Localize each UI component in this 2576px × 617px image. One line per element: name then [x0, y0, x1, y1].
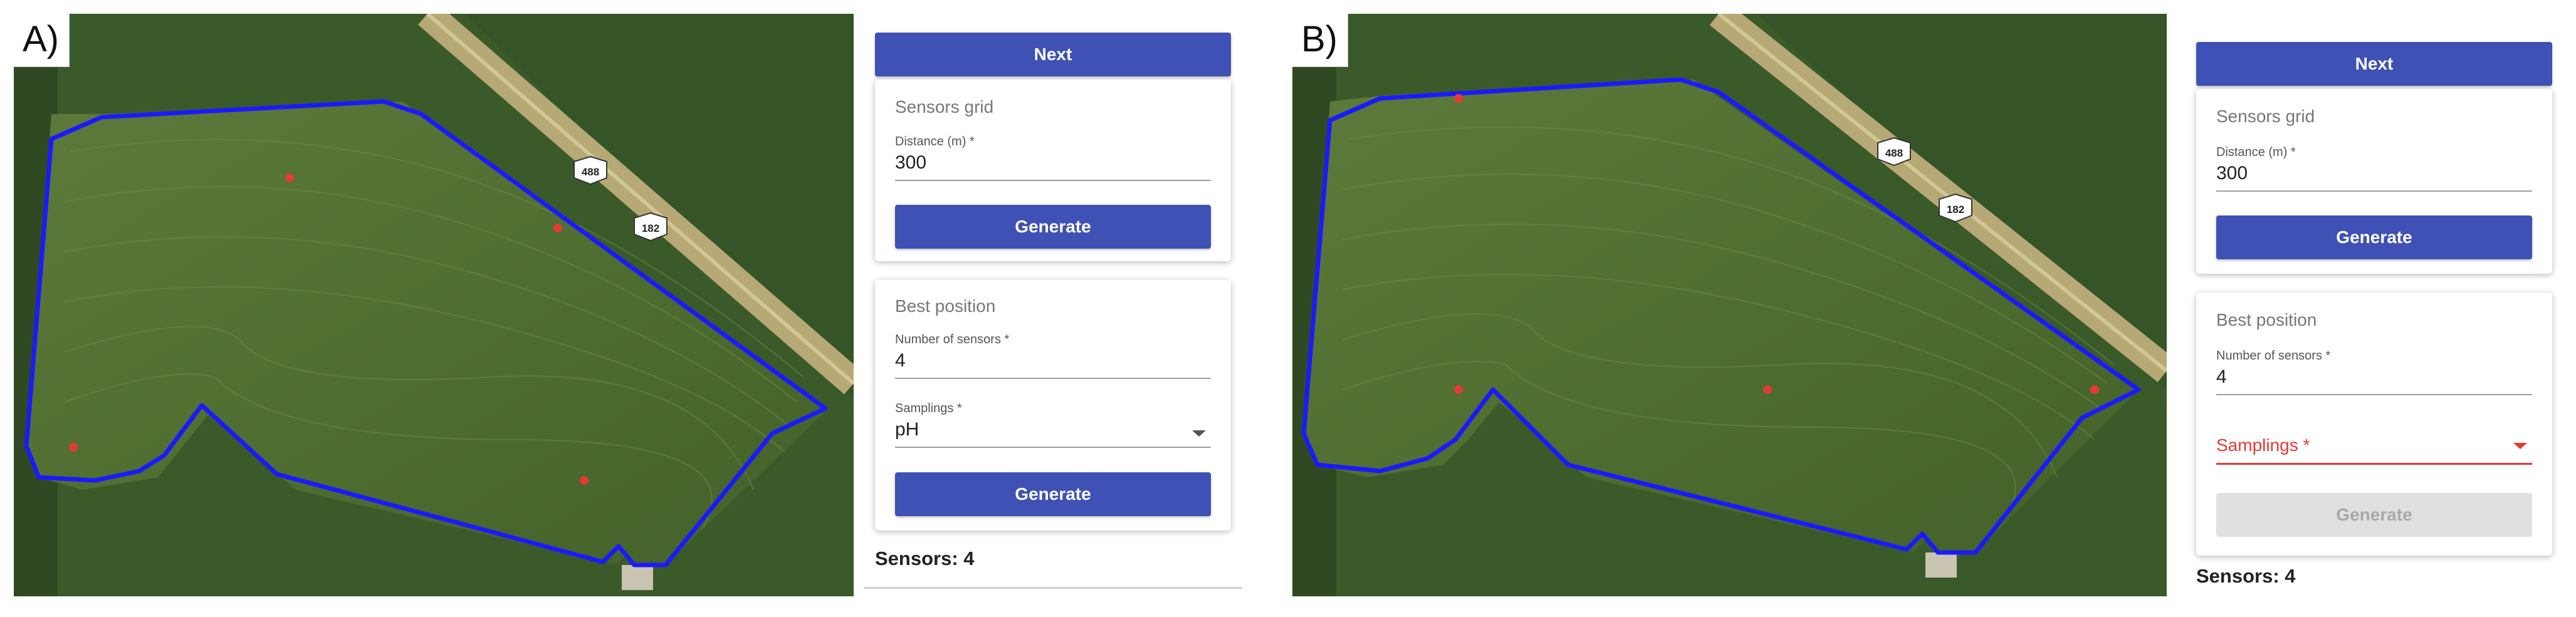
svg-text:488: 488 [582, 166, 599, 178]
generate-best-position-button[interactable]: Generate [895, 472, 1211, 516]
distance-field[interactable]: 300 [2216, 163, 2248, 184]
chevron-down-icon[interactable] [2513, 443, 2527, 449]
card-title: Best position [895, 296, 996, 316]
number-of-sensors-underline [895, 378, 1211, 379]
satellite-map[interactable]: 488 182 A) [14, 14, 854, 596]
number-of-sensors-label: Number of sensors * [895, 333, 1010, 346]
map-canvas[interactable]: 488 182 [1292, 14, 2167, 596]
road-shield-icon: 488 [1877, 137, 1911, 167]
panel-letter: A) [14, 14, 70, 67]
distance-underline [895, 180, 1211, 181]
road-shield-icon: 488 [573, 155, 607, 185]
sensors-grid-card: Sensors grid Distance (m) * 300 Generate [2196, 89, 2552, 274]
card-title: Sensors grid [895, 97, 994, 117]
samplings-underline [2216, 463, 2532, 465]
generate-grid-button[interactable]: Generate [895, 205, 1211, 249]
sidebar: Next Sensors grid Distance (m) * 300 Gen… [2185, 14, 2567, 596]
sensors-count: Sensors: 4 [875, 547, 975, 569]
number-of-sensors-field[interactable]: 4 [2216, 366, 2227, 388]
number-of-sensors-label: Number of sensors * [2216, 349, 2331, 363]
samplings-select[interactable]: pH [895, 419, 919, 440]
panel-b: 488 182 B) Next Sensors grid Distance (m… [1279, 0, 2576, 617]
distance-field[interactable]: 300 [895, 152, 926, 174]
svg-text:182: 182 [1947, 204, 1964, 215]
generate-best-position-button[interactable]: Generate [2216, 493, 2532, 537]
sensor-marker-icon[interactable] [2090, 385, 2099, 394]
map-canvas[interactable]: 488 182 [14, 14, 854, 596]
number-of-sensors-field[interactable]: 4 [895, 350, 906, 371]
road-shield-icon: 182 [1939, 193, 1972, 223]
sensor-marker-icon[interactable] [1763, 385, 1772, 394]
samplings-select[interactable]: Samplings * [2216, 435, 2310, 455]
sensors-grid-card: Sensors grid Distance (m) * 300 Generate [875, 80, 1231, 261]
panel-a: 488 182 A) Next Sensors grid Distance (m… [0, 0, 1260, 617]
distance-underline [2216, 190, 2532, 192]
svg-text:488: 488 [1885, 147, 1903, 159]
road-shield-icon: 182 [634, 212, 668, 242]
samplings-underline [895, 447, 1211, 448]
svg-text:182: 182 [642, 222, 659, 234]
sensor-marker-icon[interactable] [285, 174, 294, 182]
satellite-map[interactable]: 488 182 B) [1292, 14, 2167, 596]
distance-label: Distance (m) * [2216, 145, 2296, 159]
chevron-down-icon[interactable] [1192, 430, 1206, 437]
number-of-sensors-underline [2216, 394, 2532, 395]
card-title: Sensors grid [2216, 106, 2315, 126]
samplings-label: Samplings * [895, 402, 962, 415]
farm-building [1925, 552, 1957, 578]
sensor-marker-icon[interactable] [69, 443, 78, 452]
sensor-marker-icon[interactable] [553, 224, 562, 232]
next-button[interactable]: Next [2196, 42, 2552, 86]
distance-label: Distance (m) * [895, 135, 975, 148]
sensor-marker-icon[interactable] [1454, 385, 1463, 394]
sensor-marker-icon[interactable] [1454, 94, 1463, 103]
card-title: Best position [2216, 310, 2317, 329]
generate-grid-button[interactable]: Generate [2216, 215, 2532, 259]
best-position-card: Best position Number of sensors * 4 Samp… [2196, 293, 2552, 556]
best-position-card: Best position Number of sensors * 4 Samp… [875, 280, 1231, 531]
farm-building [622, 565, 653, 590]
sensors-count: Sensors: 4 [2196, 565, 2296, 587]
sensor-marker-icon[interactable] [580, 476, 589, 485]
panel-letter: B) [1292, 14, 1348, 67]
next-button[interactable]: Next [875, 33, 1231, 76]
divider [864, 587, 1242, 589]
sidebar: Next Sensors grid Distance (m) * 300 Gen… [864, 14, 1242, 596]
